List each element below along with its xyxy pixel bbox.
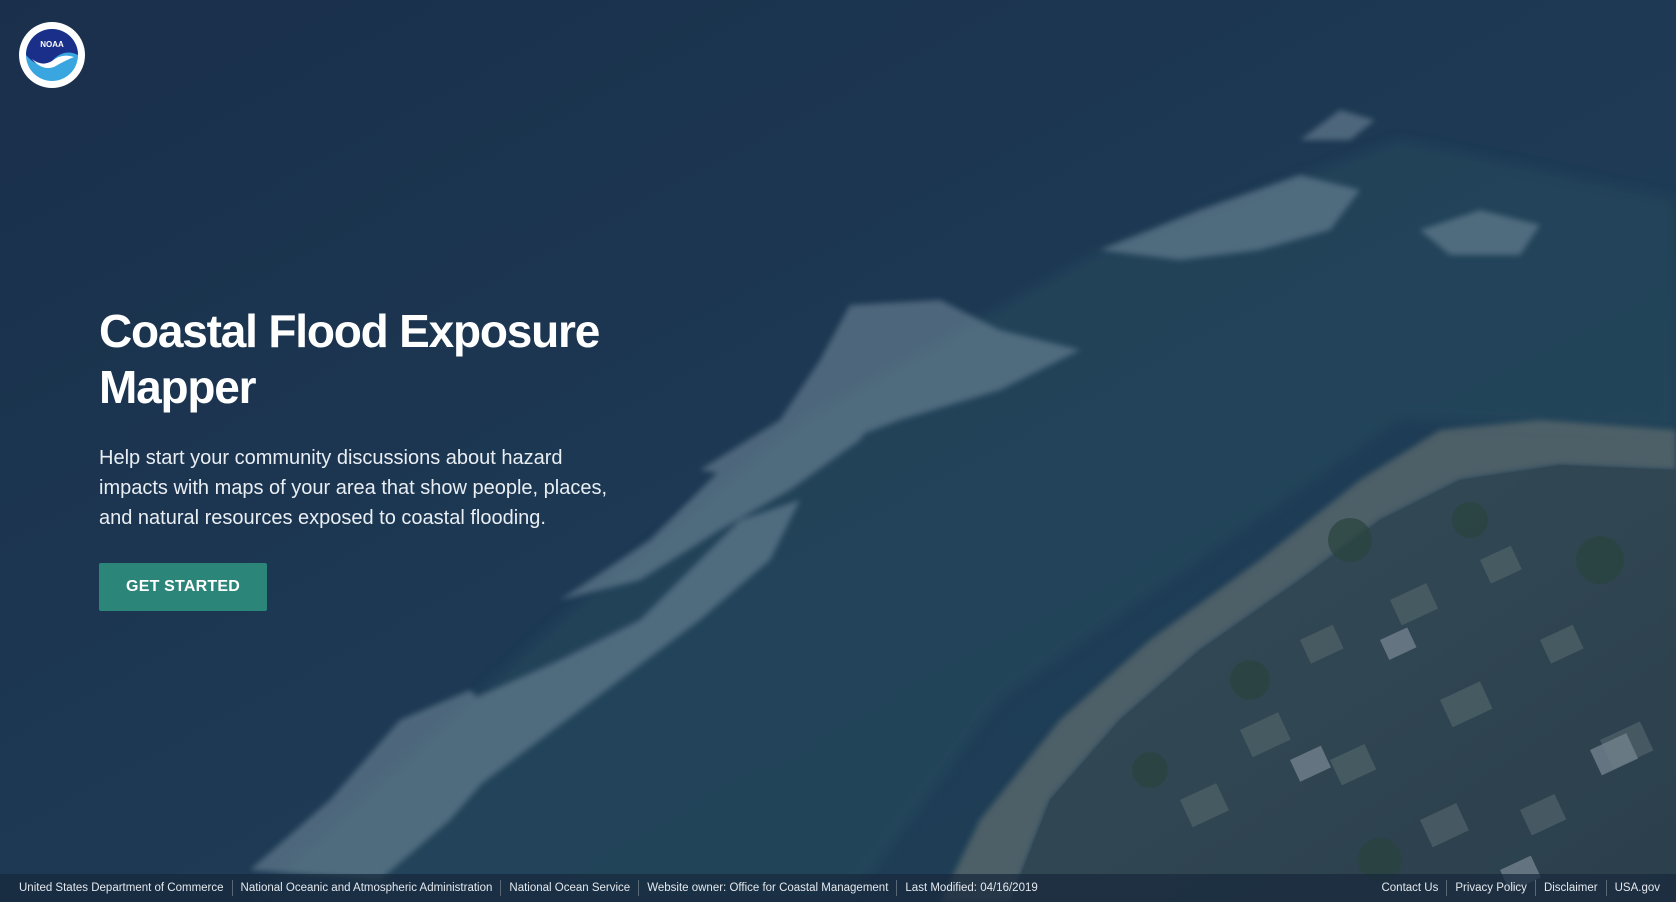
hero-content: Coastal Flood Exposure Mapper Help start…	[99, 303, 639, 611]
footer-right-links: Contact Us Privacy Policy Disclaimer USA…	[1373, 880, 1676, 896]
page-title: Coastal Flood Exposure Mapper	[99, 305, 600, 413]
footer-left-links: United States Department of Commerce Nat…	[0, 880, 1046, 896]
logo-text: NOAA	[40, 40, 64, 49]
hero-section: NOAA Coastal Flood Exposure Mapper Help …	[0, 0, 1676, 902]
get-started-button[interactable]: GET STARTED	[99, 563, 267, 611]
last-modified-text: Last Modified: 04/16/2019	[896, 880, 1045, 896]
footer-link-noaa[interactable]: National Oceanic and Atmospheric Adminis…	[231, 880, 501, 896]
footer-link-commerce[interactable]: United States Department of Commerce	[11, 880, 232, 896]
footer-link-usagov[interactable]: USA.gov	[1605, 880, 1668, 896]
footer-link-contact[interactable]: Contact Us	[1373, 880, 1446, 896]
footer-link-website-owner[interactable]: Website owner: Office for Coastal Manage…	[638, 880, 896, 896]
hero-description: Help start your community discussions ab…	[99, 447, 608, 529]
noaa-logo[interactable]: NOAA	[18, 21, 86, 89]
footer-bar: United States Department of Commerce Nat…	[0, 874, 1676, 902]
footer-link-privacy[interactable]: Privacy Policy	[1446, 880, 1535, 896]
footer-link-nos[interactable]: National Ocean Service	[500, 880, 638, 896]
footer-link-disclaimer[interactable]: Disclaimer	[1534, 880, 1606, 896]
